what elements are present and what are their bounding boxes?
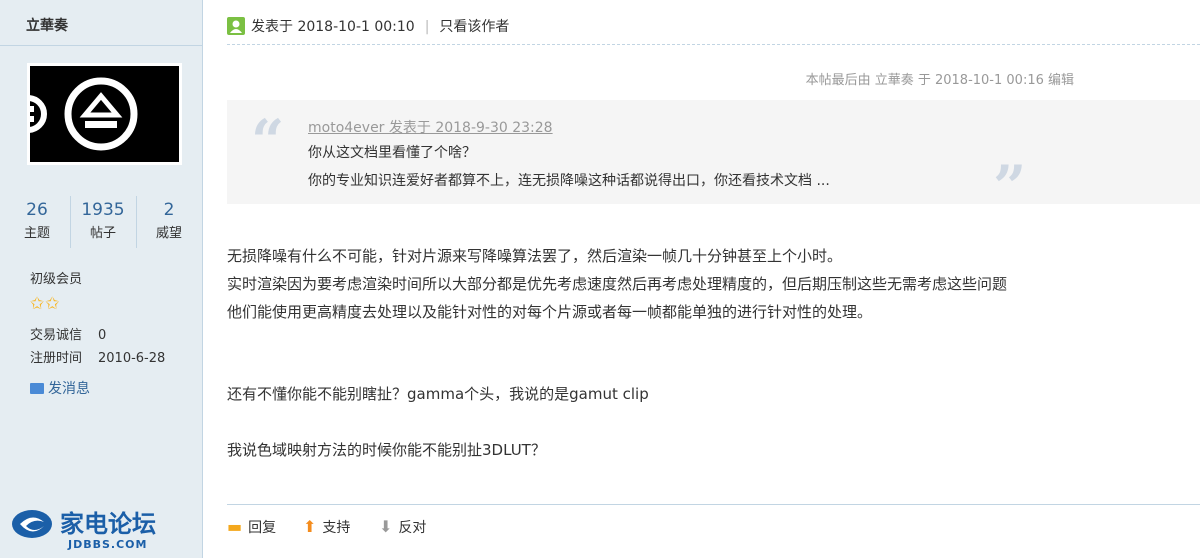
stat-prestige-label: 威望 bbox=[155, 226, 182, 241]
quote-author-link[interactable]: moto4ever 发表于 2018-9-30 23:28 bbox=[308, 117, 553, 137]
support-button[interactable]: ⬆ 支持 bbox=[303, 517, 350, 537]
site-logo-name: 家电论坛 bbox=[60, 510, 156, 538]
stat-prestige-count: 2 bbox=[163, 200, 175, 220]
avatar[interactable] bbox=[27, 63, 182, 165]
online-user-icon bbox=[227, 17, 245, 35]
send-message-label: 发消息 bbox=[48, 381, 90, 397]
edit-notice: 本帖最后由 立華奏 于 2018-10-1 00:16 编辑 bbox=[805, 73, 1074, 88]
quote-line-1: 你从这文档里看懂了个啥？ bbox=[308, 145, 476, 161]
info-trade-credit-value: 0 bbox=[98, 328, 107, 343]
post-body-line-1: 无损降噪有什么不可能，针对片源来写降噪算法罢了，然后渲染一帧几十分钟甚至上个小时… bbox=[227, 247, 843, 265]
post-body-line-3: 他们能使用更高精度去处理以及能针对性的对每个片源或者每一帧都能单独的进行针对性的… bbox=[227, 303, 873, 321]
header-divider: | bbox=[424, 19, 430, 35]
reply-label: 回复 bbox=[248, 520, 277, 536]
stat-threads-count: 26 bbox=[26, 200, 48, 220]
post-body-line-2: 实时渲染因为要考虑渲染时间所以大部分都是优先考虑速度然后再考虑处理精度的，但后期… bbox=[227, 275, 1008, 293]
open-quote-icon: “ bbox=[251, 107, 285, 175]
stat-posts-count: 1935 bbox=[81, 200, 125, 220]
quote-line-2: 你的专业知识连爱好者都算不上，连无损降噪这种话都说得出口，你还看技术文档 ... bbox=[308, 173, 830, 189]
header-divider-line bbox=[227, 44, 1200, 45]
thumbs-down-arrow-icon: ⬇ bbox=[379, 517, 393, 536]
thumbs-up-arrow-icon: ⬆ bbox=[303, 517, 317, 536]
send-message-link[interactable]: 发消息 bbox=[30, 378, 90, 398]
author-name[interactable]: 立華奏 bbox=[26, 15, 68, 35]
stat-threads-label: 主题 bbox=[23, 226, 50, 241]
only-author-link[interactable]: 只看该作者 bbox=[439, 19, 509, 35]
info-trade-credit-key: 交易诚信 bbox=[30, 328, 83, 343]
post-time: 发表于 2018-10-1 00:10 bbox=[251, 19, 415, 35]
envelope-icon bbox=[30, 383, 44, 394]
quote-block: “ moto4ever 发表于 2018-9-30 23:28 你从这文档里看懂… bbox=[227, 100, 1200, 216]
info-register-date-value: 2010-6-28 bbox=[98, 351, 166, 366]
info-register-date-key: 注册时间 bbox=[30, 351, 83, 366]
site-logo-sub: JDBBS.COM bbox=[67, 538, 147, 551]
post-body-line-5: 我说色域映射方法的时候你能不能别扯3DLUT？ bbox=[227, 441, 546, 459]
author-sidebar: 立華奏 26 主题 1935 帖子 2 威望 初级会员 ✩✩ 交易诚信0 注册 bbox=[0, 0, 203, 558]
stat-posts[interactable]: 1935 帖子 bbox=[70, 196, 137, 248]
footer-divider-line bbox=[227, 504, 1200, 505]
stat-posts-label: 帖子 bbox=[89, 226, 116, 241]
post-header: 发表于 2018-10-1 00:10 | 只看该作者 bbox=[227, 16, 509, 36]
reply-button[interactable]: ▬ 回复 bbox=[227, 517, 276, 537]
reply-bubble-icon: ▬ bbox=[227, 517, 243, 536]
avatar-image bbox=[30, 66, 179, 162]
oppose-button[interactable]: ⬇ 反对 bbox=[379, 517, 426, 537]
stat-prestige[interactable]: 2 威望 bbox=[136, 196, 202, 248]
support-label: 支持 bbox=[322, 520, 351, 536]
site-logo[interactable]: 家电论坛 JDBBS.COM bbox=[10, 504, 190, 552]
info-register-date: 注册时间 2010-6-28 bbox=[30, 347, 165, 366]
oppose-label: 反对 bbox=[398, 520, 427, 536]
stat-threads[interactable]: 26 主题 bbox=[4, 196, 71, 248]
post-body-line-4: 还有不懂你能不能别瞎扯？gamma个头，我说的是gamut clip bbox=[227, 385, 649, 403]
post-content: 发表于 2018-10-1 00:10 | 只看该作者 本帖最后由 立華奏 于 20… bbox=[203, 0, 1200, 558]
close-quote-icon: ” bbox=[993, 153, 1027, 221]
author-stats: 26 主题 1935 帖子 2 威望 bbox=[0, 196, 202, 248]
author-name-bar: 立華奏 bbox=[0, 0, 202, 46]
rank-stars-icon: ✩✩ bbox=[30, 294, 61, 314]
info-trade-credit: 交易诚信 0 bbox=[30, 324, 106, 343]
user-group[interactable]: 初级会员 bbox=[30, 268, 82, 287]
